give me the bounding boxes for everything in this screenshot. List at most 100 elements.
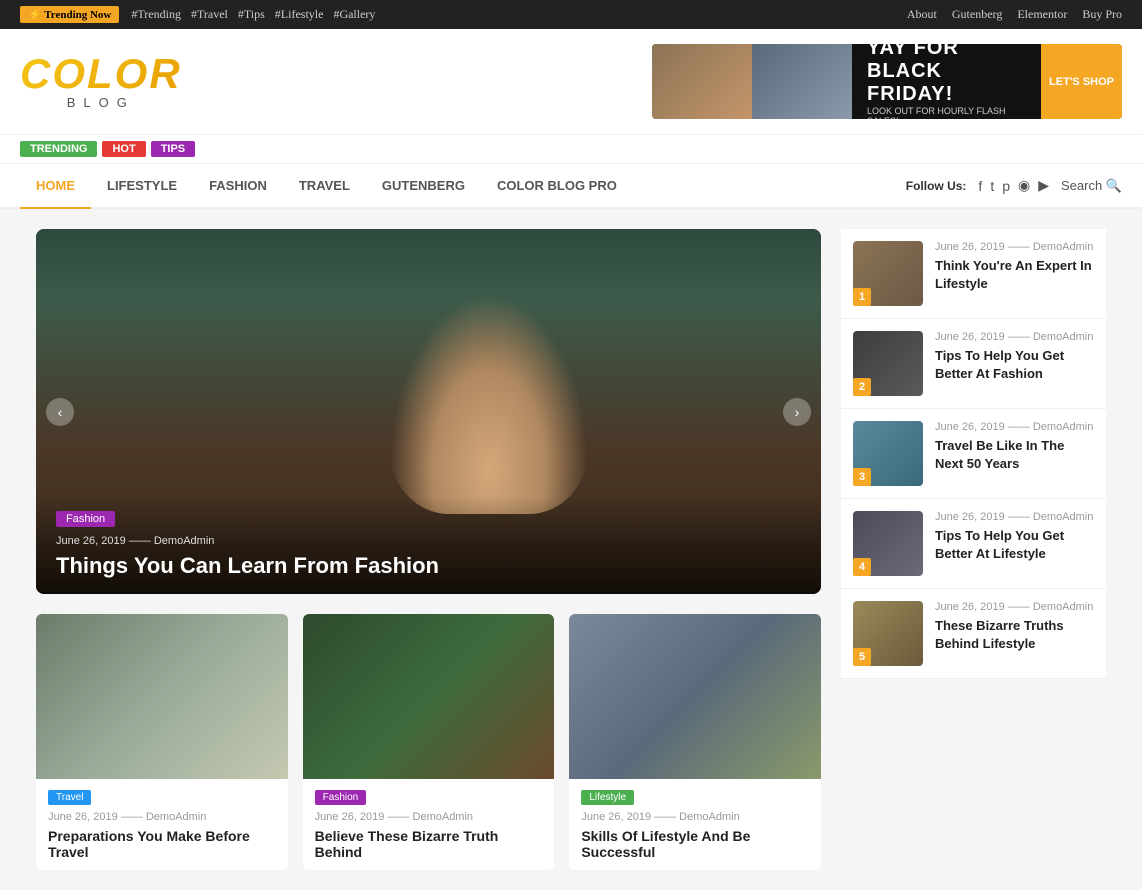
hero-meta: June 26, 2019 —— DemoAdmin [56,535,801,547]
sidebar-item-3: 3 June 26, 2019 —— DemoAdmin Travel Be L… [841,409,1106,499]
sidebar-item-2: 2 June 26, 2019 —— DemoAdmin Tips To Hel… [841,319,1106,409]
banner-text-area: YAY FOR BLACK FRIDAY! LOOK OUT FOR HOURL… [852,44,1041,119]
top-bar: ⚡ Trending Now #Trending #Travel #Tips #… [0,0,1142,29]
search-button[interactable]: Search 🔍 [1061,178,1122,194]
tag-tips[interactable]: #Tips [238,7,265,22]
gutenberg-link[interactable]: Gutenberg [952,7,1002,22]
hero-next-button[interactable]: › [783,398,811,426]
banner-cta[interactable]: LET'S SHOP [1041,44,1122,119]
card-3: Lifestyle June 26, 2019 —— DemoAdmin Ski… [569,614,821,870]
hero-category[interactable]: Fashion [56,511,115,527]
card-2-category[interactable]: Fashion [315,790,367,805]
card-3-category[interactable]: Lifestyle [581,790,634,805]
card-3-title: Skills Of Lifestyle And Be Successful [581,828,809,860]
card-2-body: Fashion June 26, 2019 —— DemoAdmin Belie… [303,779,555,870]
hero-prev-button[interactable]: ‹ [46,398,74,426]
trending-label: ⚡ Trending Now [20,6,119,23]
badge-hot[interactable]: HOT [102,141,145,157]
banner-headline: YAY FOR BLACK FRIDAY! [867,44,1026,106]
sidebar-title-2[interactable]: Tips To Help You Get Better At Fashion [935,347,1094,383]
card-2-title: Believe These Bizarre Truth Behind [315,828,543,860]
sidebar-content-3: June 26, 2019 —— DemoAdmin Travel Be Lik… [935,421,1094,486]
card-1-meta: June 26, 2019 —— DemoAdmin [48,811,276,823]
main-column: ‹ › Fashion June 26, 2019 —— DemoAdmin T… [36,229,821,870]
follow-label: Follow Us: [906,179,967,193]
sidebar-title-4[interactable]: Tips To Help You Get Better At Lifestyle [935,527,1094,563]
sidebar-content-4: June 26, 2019 —— DemoAdmin Tips To Help … [935,511,1094,576]
hero-separator: —— [129,535,154,547]
card-1-body: Travel June 26, 2019 —— DemoAdmin Prepar… [36,779,288,870]
sidebar-num-1: 1 [853,288,871,306]
elementor-link[interactable]: Elementor [1017,7,1067,22]
sidebar-title-3[interactable]: Travel Be Like In The Next 50 Years [935,437,1094,473]
tag-trending[interactable]: #Trending [131,7,181,22]
social-icons: f t p ◉ ▶ [978,177,1049,194]
nav-fashion[interactable]: FASHION [193,164,283,207]
hero-section: ‹ › Fashion June 26, 2019 —— DemoAdmin T… [36,229,821,594]
sidebar-meta-4: June 26, 2019 —— DemoAdmin [935,511,1094,523]
sidebar-num-3: 3 [853,468,871,486]
about-link[interactable]: About [907,7,937,22]
hero-overlay: Fashion June 26, 2019 —— DemoAdmin Thing… [36,496,821,594]
card-1: Travel June 26, 2019 —— DemoAdmin Prepar… [36,614,288,870]
youtube-icon[interactable]: ▶ [1038,177,1049,194]
nav-color-blog-pro[interactable]: COLOR BLOG PRO [481,164,633,207]
sidebar-title-1[interactable]: Think You're An Expert In Lifestyle [935,257,1094,293]
twitter-icon[interactable]: t [990,178,994,194]
sidebar-content-2: June 26, 2019 —— DemoAdmin Tips To Help … [935,331,1094,396]
tag-lifestyle[interactable]: #Lifestyle [275,7,324,22]
sidebar-num-4: 4 [853,558,871,576]
main-nav: HOME LIFESTYLE FASHION TRAVEL GUTENBERG … [0,164,1142,209]
nav-travel[interactable]: TRAVEL [283,164,366,207]
header-banner[interactable]: YAY FOR BLACK FRIDAY! LOOK OUT FOR HOURL… [652,44,1122,119]
banner-images [652,44,852,119]
tag-gallery[interactable]: #Gallery [333,7,375,22]
sidebar-item-5: 5 June 26, 2019 —— DemoAdmin These Bizar… [841,589,1106,679]
banner-subtext: LOOK OUT FOR HOURLY FLASH SALES! [867,106,1026,119]
tag-travel[interactable]: #Travel [191,7,228,22]
sidebar-item-1: 1 June 26, 2019 —— DemoAdmin Think You'r… [841,229,1106,319]
content-area: ‹ › Fashion June 26, 2019 —— DemoAdmin T… [21,229,1121,870]
sidebar-num-5: 5 [853,648,871,666]
nav-lifestyle[interactable]: LIFESTYLE [91,164,193,207]
sidebar-meta-3: June 26, 2019 —— DemoAdmin [935,421,1094,433]
top-bar-left: ⚡ Trending Now #Trending #Travel #Tips #… [20,6,375,23]
banner-image-2 [752,44,852,119]
card-3-image [569,614,821,779]
logo[interactable]: COLOR BLOG [20,53,182,110]
logo-blog: BLOG [67,95,135,110]
sidebar-thumb-5: 5 [853,601,923,666]
banner-image-1 [652,44,752,119]
sidebar-content-5: June 26, 2019 —— DemoAdmin These Bizarre… [935,601,1094,666]
cards-row: Travel June 26, 2019 —— DemoAdmin Prepar… [36,614,821,870]
nav-right: Follow Us: f t p ◉ ▶ Search 🔍 [906,177,1122,194]
badge-trending[interactable]: TRENDING [20,141,97,157]
sidebar: 1 June 26, 2019 —— DemoAdmin Think You'r… [841,229,1106,870]
top-bar-tags: #Trending #Travel #Tips #Lifestyle #Gall… [131,7,375,22]
card-1-image [36,614,288,779]
card-2-image [303,614,555,779]
nav-home[interactable]: HOME [20,164,91,209]
sidebar-content-1: June 26, 2019 —— DemoAdmin Think You're … [935,241,1094,306]
sidebar-meta-1: June 26, 2019 —— DemoAdmin [935,241,1094,253]
card-1-category[interactable]: Travel [48,790,91,805]
card-2-meta: June 26, 2019 —— DemoAdmin [315,811,543,823]
sidebar-thumb-2: 2 [853,331,923,396]
badge-tips[interactable]: TIPS [151,141,195,157]
sidebar-num-2: 2 [853,378,871,396]
pinterest-icon[interactable]: p [1002,178,1010,194]
instagram-icon[interactable]: ◉ [1018,177,1030,194]
card-3-meta: June 26, 2019 —— DemoAdmin [581,811,809,823]
hero-author: DemoAdmin [154,535,215,547]
sidebar-thumb-3: 3 [853,421,923,486]
facebook-icon[interactable]: f [978,178,982,194]
sidebar-meta-2: June 26, 2019 —— DemoAdmin [935,331,1094,343]
sidebar-title-5[interactable]: These Bizarre Truths Behind Lifestyle [935,617,1094,653]
card-3-body: Lifestyle June 26, 2019 —— DemoAdmin Ski… [569,779,821,870]
nav-gutenberg[interactable]: GUTENBERG [366,164,481,207]
hero-navigation: ‹ › [36,398,821,426]
header: COLOR BLOG YAY FOR BLACK FRIDAY! LOOK OU… [0,29,1142,135]
top-bar-right: About Gutenberg Elementor Buy Pro [907,7,1122,22]
buy-pro-link[interactable]: Buy Pro [1082,7,1122,22]
nav-links: HOME LIFESTYLE FASHION TRAVEL GUTENBERG … [20,164,633,207]
